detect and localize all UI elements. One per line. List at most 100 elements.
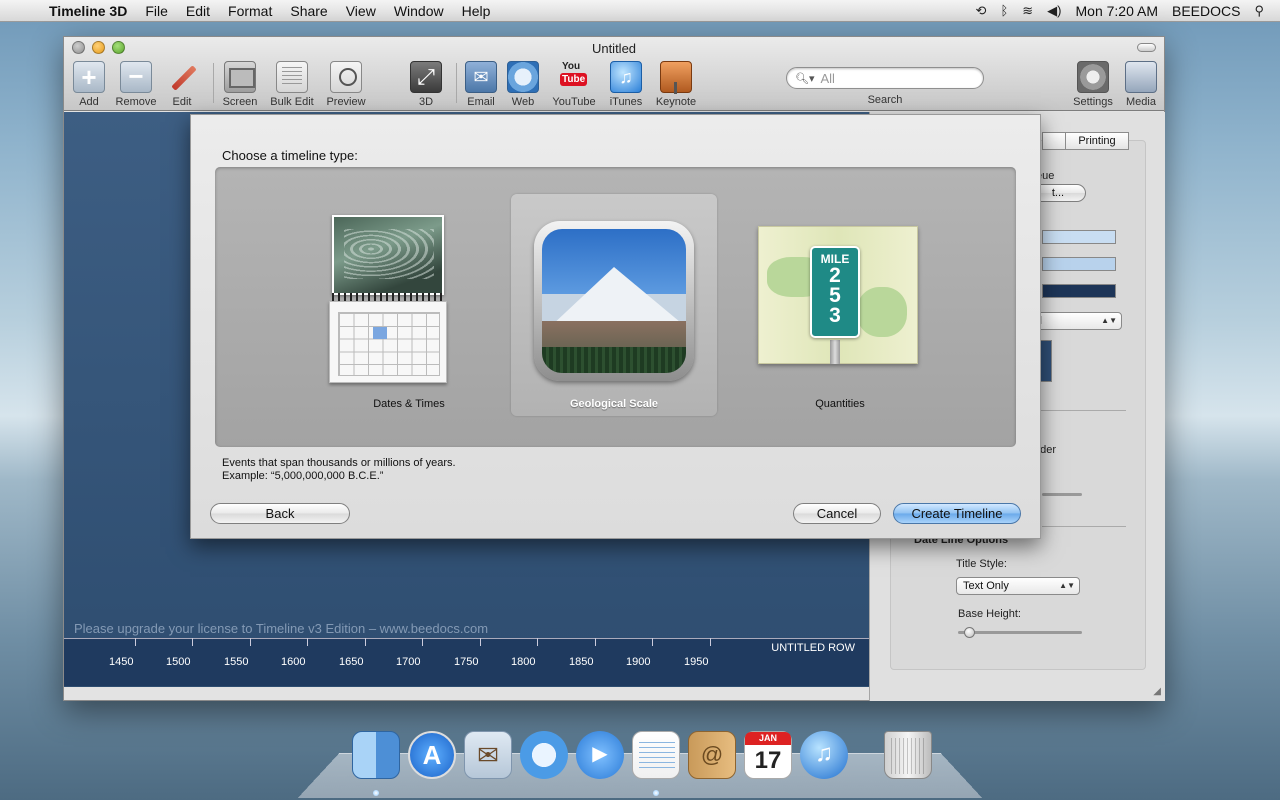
resize-grip-icon[interactable]: ◢ xyxy=(1153,686,1161,697)
media-button[interactable]: Media xyxy=(1115,61,1167,108)
menu-app-name[interactable]: Timeline 3D xyxy=(40,3,136,19)
divider xyxy=(1030,410,1126,411)
facetime-icon[interactable] xyxy=(576,731,624,779)
safari-icon[interactable] xyxy=(520,731,568,779)
window-title: Untitled xyxy=(591,41,637,56)
itunes-icon xyxy=(610,61,642,93)
tab-printing[interactable]: Printing xyxy=(1065,132,1129,150)
menu-view[interactable]: View xyxy=(337,3,385,19)
expand-3d-icon xyxy=(410,61,442,93)
trash-icon[interactable] xyxy=(884,731,932,779)
gear-icon xyxy=(1077,61,1109,93)
slider-track[interactable] xyxy=(1042,493,1082,496)
description-example: Example: “5,000,000,000 B.C.E.” xyxy=(222,470,384,482)
choice-dates-times[interactable]: Dates & Times xyxy=(306,194,512,416)
mail-icon[interactable] xyxy=(464,731,512,779)
tick-label: 1500 xyxy=(166,656,191,668)
tick-label: 1850 xyxy=(569,656,594,668)
remove-button[interactable]: Remove xyxy=(110,61,162,108)
mountain-photo xyxy=(542,229,686,373)
cancel-button[interactable]: Cancel xyxy=(793,503,881,524)
bluetooth-icon[interactable]: ᛒ xyxy=(1000,3,1008,18)
itunes-dock-icon[interactable] xyxy=(800,731,848,779)
web-button[interactable]: Web xyxy=(497,61,549,108)
spotlight-icon[interactable]: ⚲ xyxy=(1254,3,1264,19)
volume-icon[interactable]: ◀) xyxy=(1047,3,1061,19)
menu-file[interactable]: File xyxy=(136,3,177,19)
edit-button[interactable]: Edit xyxy=(156,61,208,108)
choice-geological-scale[interactable]: Geological Scale xyxy=(511,194,717,416)
time-machine-icon[interactable]: ⟲ xyxy=(976,3,987,19)
choice-label: Geological Scale xyxy=(569,398,659,410)
bulk-edit-button[interactable]: Bulk Edit xyxy=(266,61,318,108)
edit-label: Edit xyxy=(172,96,192,108)
add-button[interactable]: Add xyxy=(63,61,115,108)
finder-icon[interactable] xyxy=(352,731,400,779)
magnifier-icon xyxy=(330,61,362,93)
tick-mark xyxy=(537,638,538,646)
menu-clock[interactable]: Mon 7:20 AM xyxy=(1076,3,1159,19)
choice-quantities[interactable]: MILE 2 5 3 Quantities xyxy=(737,194,943,416)
color-swatch-1[interactable] xyxy=(1042,230,1116,244)
color-swatch-2[interactable] xyxy=(1042,257,1116,271)
toolbar-toggle-button[interactable] xyxy=(1137,43,1156,52)
slider-knob[interactable] xyxy=(964,627,975,638)
wifi-icon[interactable]: ≋ xyxy=(1022,3,1033,19)
menu-format[interactable]: Format xyxy=(219,3,281,19)
ical-icon[interactable]: JAN 17 xyxy=(744,731,792,779)
window-toolbar: Untitled Add Remove Edit Screen Bulk Edi… xyxy=(64,37,1164,111)
search-placeholder: All xyxy=(820,70,835,86)
address-book-icon[interactable] xyxy=(688,731,736,779)
keynote-button[interactable]: Keynote xyxy=(650,61,702,108)
base-height-slider[interactable] xyxy=(958,631,1082,634)
inspector-popup[interactable]: ll ▲▼ xyxy=(1030,312,1122,330)
screen-button[interactable]: Screen xyxy=(214,61,266,108)
tick-mark xyxy=(192,638,193,646)
tick-mark xyxy=(595,638,596,646)
menu-window[interactable]: Window xyxy=(385,3,453,19)
menu-user[interactable]: BEEDOCS xyxy=(1172,3,1240,19)
preview-button[interactable]: Preview xyxy=(320,61,372,108)
popup-arrows-icon: ▲▼ xyxy=(1059,581,1075,590)
create-timeline-button[interactable]: Create Timeline xyxy=(893,503,1021,524)
app-store-icon[interactable] xyxy=(408,731,456,779)
tick-mark xyxy=(250,638,251,646)
pencil-icon xyxy=(166,61,198,93)
ical-month: JAN xyxy=(745,732,791,745)
choice-description: Events that span thousands or millions o… xyxy=(222,457,456,483)
menu-edit[interactable]: Edit xyxy=(177,3,219,19)
tick-mark xyxy=(480,638,481,646)
keynote-label: Keynote xyxy=(655,96,697,108)
timeline-type-sheet: Choose a timeline type: Dates & Times Ge… xyxy=(190,114,1041,539)
email-icon xyxy=(465,61,497,93)
calendar-icon xyxy=(329,215,447,383)
search-icon: 🔍︎▾ xyxy=(795,72,815,85)
calendar-grid xyxy=(338,312,440,376)
mountain-trees xyxy=(542,347,686,373)
tick-label: 1800 xyxy=(511,656,536,668)
3d-button[interactable]: 3D xyxy=(400,61,452,108)
preview-label: Preview xyxy=(326,96,366,108)
tick-mark xyxy=(652,638,653,646)
menu-help[interactable]: Help xyxy=(453,3,500,19)
timeline-type-chooser: Dates & Times Geological Scale MILE 2 5 … xyxy=(215,167,1016,447)
itunes-button[interactable]: iTunes xyxy=(600,61,652,108)
compass-icon xyxy=(507,61,539,93)
tick-mark xyxy=(135,638,136,646)
add-icon xyxy=(73,61,105,93)
remove-label: Remove xyxy=(115,96,157,108)
sheet-title: Choose a timeline type: xyxy=(222,148,358,163)
back-button[interactable]: Back xyxy=(210,503,350,524)
youtube-button[interactable]: You Tube xyxy=(548,61,600,108)
textedit-icon[interactable] xyxy=(632,731,680,779)
settings-label: Settings xyxy=(1073,96,1113,108)
timeline-row[interactable]: UNTITLED ROW 1450 1500 1550 1600 1650 17… xyxy=(64,638,869,686)
settings-button[interactable]: Settings xyxy=(1067,61,1119,108)
search-input[interactable]: 🔍︎▾ All xyxy=(786,67,984,89)
menu-share[interactable]: Share xyxy=(281,3,336,19)
color-swatch-3[interactable] xyxy=(1042,284,1116,298)
title-style-select[interactable]: Text Only ▲▼ xyxy=(956,577,1080,595)
description-line: Events that span thousands or millions o… xyxy=(222,457,456,469)
youtube-icon xyxy=(558,61,590,93)
screen-label: Screen xyxy=(222,96,258,108)
